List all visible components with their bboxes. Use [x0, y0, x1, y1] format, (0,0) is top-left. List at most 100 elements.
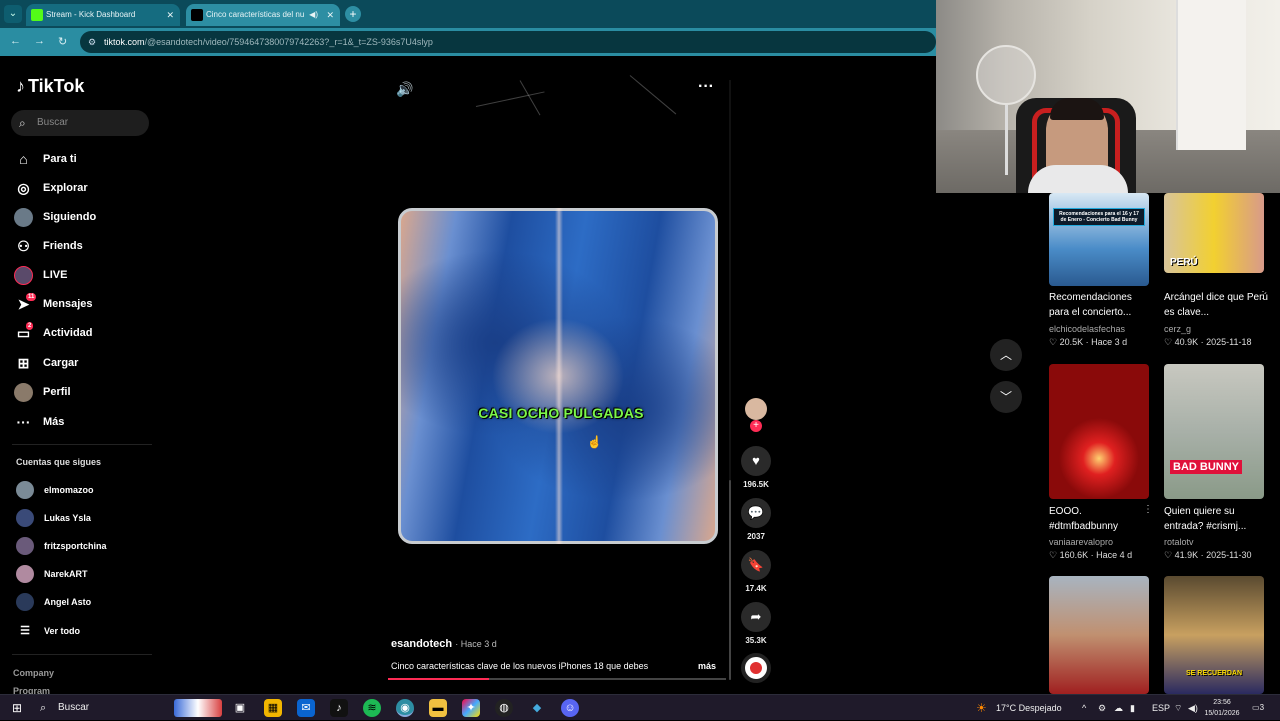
search-input[interactable]: ⌕ Buscar	[11, 110, 149, 136]
creator-avatar[interactable]	[745, 398, 767, 420]
reload-icon[interactable]: ↻	[58, 35, 67, 48]
back-arrow-icon[interactable]: ←	[10, 35, 21, 47]
description-more-button[interactable]: más	[698, 661, 716, 671]
previous-video-chevron-up-icon[interactable]: ︿	[990, 339, 1022, 371]
wifi-icon[interactable]: ⌔	[1174, 695, 1182, 721]
comment-icon[interactable]: 💬	[741, 498, 771, 528]
follow-plus-icon[interactable]: +	[750, 420, 762, 432]
tray-chevron-up-icon[interactable]: ^	[1082, 695, 1086, 721]
language-indicator[interactable]: ESP	[1152, 695, 1170, 721]
heart-icon[interactable]: ♥	[741, 446, 771, 476]
video-card-likes: 41.9K	[1174, 550, 1199, 560]
video-thumbnail[interactable]: PERÚ	[1164, 193, 1264, 273]
share-action[interactable]: ➦ 35.3K	[740, 602, 772, 645]
copilot-icon[interactable]: ✦	[462, 699, 480, 717]
clock-date: 15/01/2026	[1204, 710, 1240, 717]
next-video-chevron-down-icon[interactable]: ﹀	[990, 381, 1022, 413]
following-item[interactable]: fritzsportchina	[16, 536, 156, 556]
video-progress-bar[interactable]	[388, 678, 726, 680]
messages-badge: 11	[26, 293, 37, 301]
tiktok-app-icon[interactable]: ♪	[330, 699, 348, 717]
sidebar-item-perfil[interactable]: Perfil	[14, 381, 154, 403]
video-thumbnail[interactable]: BAD BUNNY	[1164, 364, 1264, 499]
more-options-icon[interactable]: ···	[698, 78, 714, 96]
url-field[interactable]: ⚙ tiktok.com/@esandotech/video/759464738…	[80, 31, 936, 53]
video-card-user[interactable]: cerz_g	[1164, 324, 1191, 334]
spotify-icon[interactable]: ≋	[363, 699, 381, 717]
following-item[interactable]: Lukas Ysla	[16, 508, 156, 528]
video-author[interactable]: esandotech · Hace 3 d	[391, 638, 497, 650]
music-disc-icon[interactable]	[741, 653, 771, 683]
notification-icon[interactable]: ▭3	[1252, 695, 1264, 721]
sidebar-item-cargar[interactable]: ⊞ Cargar	[14, 352, 154, 374]
tiktok-note-icon: ♪	[16, 76, 25, 96]
avatar	[16, 537, 34, 555]
taskbar-clock[interactable]: 23:56 15/01/2026	[1200, 697, 1244, 719]
site-info-icon[interactable]: ⚙	[88, 31, 96, 53]
video-scrollbar[interactable]	[729, 80, 731, 680]
list-icon: ☰	[20, 625, 30, 637]
video-thumbnail[interactable]: SE RECUERDAN	[1164, 576, 1264, 694]
video-card-user[interactable]: rotalotv	[1164, 537, 1194, 547]
forward-arrow-icon[interactable]: →	[34, 35, 45, 47]
tab-kick-dashboard[interactable]: Stream - Kick Dashboard ✕	[26, 4, 180, 26]
video-card[interactable]: BAD BUNNY Quien quiere su entrada? #cris…	[1164, 364, 1266, 564]
volume-icon[interactable]: 🔊	[396, 81, 413, 98]
following-item[interactable]: NarekART	[16, 564, 156, 584]
sidebar-item-actividad[interactable]: ▭ 2 Actividad	[14, 322, 154, 344]
tab-list-chevron-icon[interactable]: ⌄	[4, 5, 22, 23]
obs-icon[interactable]: ◍	[495, 699, 513, 717]
sidebar-item-mensajes[interactable]: ➤ 11 Mensajes	[14, 293, 154, 315]
video-card[interactable]: SE RECUERDAN	[1164, 576, 1266, 694]
tiktok-logo[interactable]: ♪ TikTok	[16, 76, 84, 97]
video-thumbnail[interactable]	[1049, 364, 1149, 499]
video-player[interactable]: 🔊 ··· CASI OCHO PULGADAS ☝	[380, 70, 730, 685]
windows-start-icon[interactable]: ⊞	[8, 699, 26, 717]
following-avatar-icon	[14, 208, 33, 227]
like-action[interactable]: ♥ 196.5K	[740, 446, 772, 489]
video-card[interactable]: Recomendaciones para el 16 y 17 de Enero…	[1049, 193, 1151, 353]
sidebar-item-siguiendo[interactable]: Siguiendo	[14, 206, 154, 228]
video-card-date: Hace 3 d	[1091, 337, 1128, 347]
following-item[interactable]: elmomazoo	[16, 480, 156, 500]
video-card-user[interactable]: elchicodelasfechas	[1049, 324, 1125, 334]
volume-tray-icon[interactable]: ◀)	[1188, 695, 1198, 721]
scrollbar-thumb[interactable]	[729, 480, 731, 680]
sidebar-item-mas[interactable]: ··· Más	[14, 411, 154, 433]
video-thumbnail[interactable]: Recomendaciones para el 16 y 17 de Enero…	[1049, 193, 1149, 286]
save-action[interactable]: 🔖 17.4K	[740, 550, 772, 593]
tray-mic-icon[interactable]: ▮	[1130, 695, 1135, 721]
outlook-icon[interactable]: ✉	[297, 699, 315, 717]
discord-icon[interactable]: ☺	[561, 699, 579, 717]
tray-cloud-icon[interactable]: ☁	[1114, 695, 1123, 721]
tab-tiktok-video[interactable]: Cinco características del nu ◀) ✕	[186, 4, 340, 26]
sidebar-item-explorar[interactable]: ◎ Explorar	[14, 177, 154, 199]
video-card[interactable]: ⋮ EOOO. #dtmfbadbunny vaniaarevalopro ♡ …	[1049, 364, 1153, 564]
video-card[interactable]: PERÚ ⋮ Arcángel dice que Perú es clave..…	[1164, 193, 1268, 353]
footer-link-company[interactable]: Company	[13, 668, 54, 678]
video-progress-fill	[388, 678, 490, 680]
following-item[interactable]: Angel Asto	[16, 592, 156, 612]
comment-action[interactable]: 💬 2037	[740, 498, 772, 541]
task-view-icon[interactable]: ▣	[231, 699, 249, 717]
sidebar-item-live[interactable]: LIVE	[14, 264, 154, 286]
bookmark-icon[interactable]: 🔖	[741, 550, 771, 580]
sidebar-item-friends[interactable]: ⚇ Friends	[14, 235, 154, 257]
new-tab-button[interactable]: +	[345, 6, 361, 22]
vpn-icon[interactable]: ◆	[528, 699, 546, 717]
see-all-link[interactable]: ☰ Ver todo	[16, 621, 156, 641]
close-tab-icon[interactable]: ✕	[166, 4, 174, 26]
video-card[interactable]	[1049, 576, 1151, 694]
share-arrow-icon[interactable]: ➦	[741, 602, 771, 632]
weather-text[interactable]: 17°C Despejado	[996, 695, 1062, 721]
tab-audio-icon[interactable]: ◀)	[309, 4, 318, 26]
tray-app-icon[interactable]: ⚙	[1098, 695, 1106, 721]
store-icon[interactable]: ▦	[264, 699, 282, 717]
chrome-icon[interactable]: ◉	[396, 699, 414, 717]
close-tab-icon[interactable]: ✕	[326, 4, 334, 26]
file-explorer-icon[interactable]: ▬	[429, 699, 447, 717]
taskbar-search[interactable]: ⌕ Buscar	[34, 697, 224, 719]
video-thumbnail[interactable]	[1049, 576, 1149, 694]
video-card-user[interactable]: vaniaarevalopro	[1049, 537, 1113, 547]
sidebar-item-para-ti[interactable]: ⌂ Para ti	[14, 148, 154, 170]
